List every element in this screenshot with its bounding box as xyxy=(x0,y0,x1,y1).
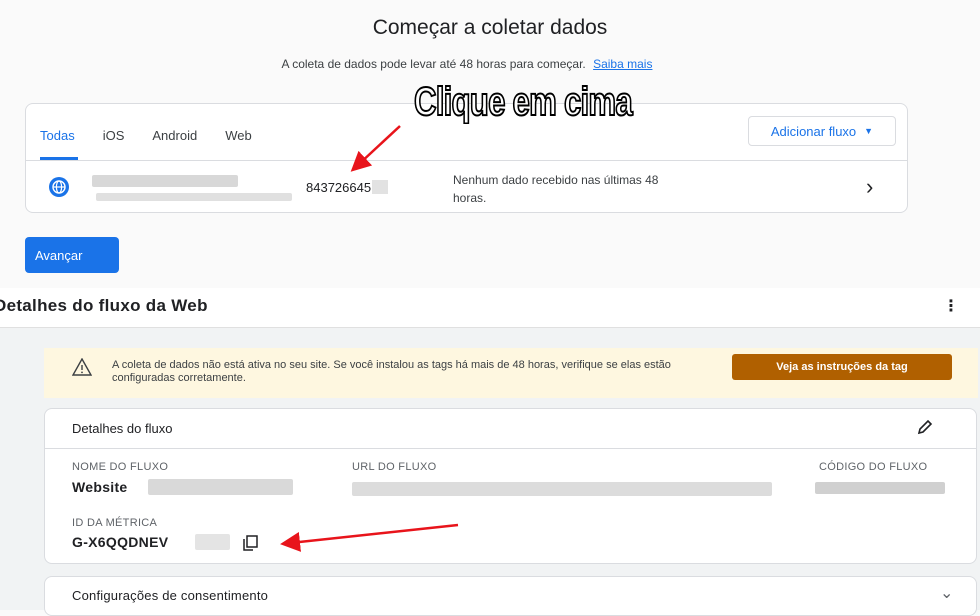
tab-android[interactable]: Android xyxy=(152,128,197,143)
subtitle-text: A coleta de dados pode levar até 48 hora… xyxy=(281,57,586,71)
chevron-right-icon[interactable]: › xyxy=(866,174,873,200)
stream-row[interactable]: 843726645 Nenhum dado recebido nas últim… xyxy=(26,161,907,213)
measurement-id-value: G-X6QQDNEV xyxy=(72,534,169,550)
redacted-stream-name xyxy=(92,175,238,187)
data-collection-warning: A coleta de dados não está ativa no seu … xyxy=(44,348,978,398)
stream-details-header: Detalhes do fluxo xyxy=(45,409,976,449)
stream-status: Nenhum dado recebido nas últimas 48 hora… xyxy=(453,173,659,205)
redacted-stream-id-suffix xyxy=(372,180,388,194)
redacted-stream-code xyxy=(815,482,945,494)
dropdown-arrow-icon: ▼ xyxy=(864,126,874,136)
redacted-stream-name xyxy=(148,479,293,495)
redacted-stream-url xyxy=(96,193,292,201)
panel-header: Detalhes do fluxo da Web ⋮ xyxy=(0,288,980,328)
warning-icon xyxy=(71,357,93,381)
stream-details-card: Detalhes do fluxo NOME DO FLUXO Website … xyxy=(44,408,977,564)
stream-code-label: CÓDIGO DO FLUXO xyxy=(819,461,928,473)
add-stream-label: Adicionar fluxo xyxy=(770,123,857,139)
warning-text: A coleta de dados não está ativa no seu … xyxy=(112,359,671,384)
platform-tabs: Todas iOS Android Web xyxy=(40,128,280,143)
tab-web[interactable]: Web xyxy=(225,128,252,143)
page-subtitle: A coleta de dados pode levar até 48 hora… xyxy=(0,57,934,71)
globe-icon xyxy=(49,177,69,197)
stream-id: 843726645 xyxy=(306,180,372,195)
edit-icon[interactable] xyxy=(915,417,935,442)
chevron-down-icon[interactable]: ⌄ xyxy=(940,583,953,603)
stream-url-label: URL DO FLUXO xyxy=(352,461,437,473)
page-title: Começar a coletar dados xyxy=(372,16,608,39)
web-stream-details-panel: Detalhes do fluxo da Web ⋮ A coleta de d… xyxy=(0,288,980,616)
stream-name-value: Website xyxy=(72,479,128,495)
consent-settings-title: Configurações de consentimento xyxy=(72,588,269,603)
next-button[interactable]: Avançar xyxy=(25,237,119,273)
add-stream-button[interactable]: Adicionar fluxo ▼ xyxy=(748,116,896,146)
more-options-icon[interactable]: ⋮ xyxy=(943,296,959,316)
panel-title: Detalhes do fluxo da Web xyxy=(0,296,208,315)
learn-more-link[interactable]: Saiba mais xyxy=(593,57,652,71)
tab-all[interactable]: Todas xyxy=(40,128,75,143)
annotation-caption: Clique em cima xyxy=(413,79,633,125)
stream-details-title: Detalhes do fluxo xyxy=(72,421,173,436)
copy-icon[interactable] xyxy=(241,534,259,556)
redacted-stream-url xyxy=(352,482,772,496)
start-collecting-section: Começar a coletar dados A coleta de dado… xyxy=(0,0,980,288)
redacted-measurement-id-suffix xyxy=(195,534,230,550)
tab-ios[interactable]: iOS xyxy=(103,128,125,143)
consent-settings-card[interactable]: Configurações de consentimento ⌄ xyxy=(44,576,977,616)
measurement-id-label: ID DA MÉTRICA xyxy=(72,517,158,529)
tag-instructions-button[interactable]: Veja as instruções da tag xyxy=(732,354,952,380)
stream-name-label: NOME DO FLUXO xyxy=(72,461,169,473)
